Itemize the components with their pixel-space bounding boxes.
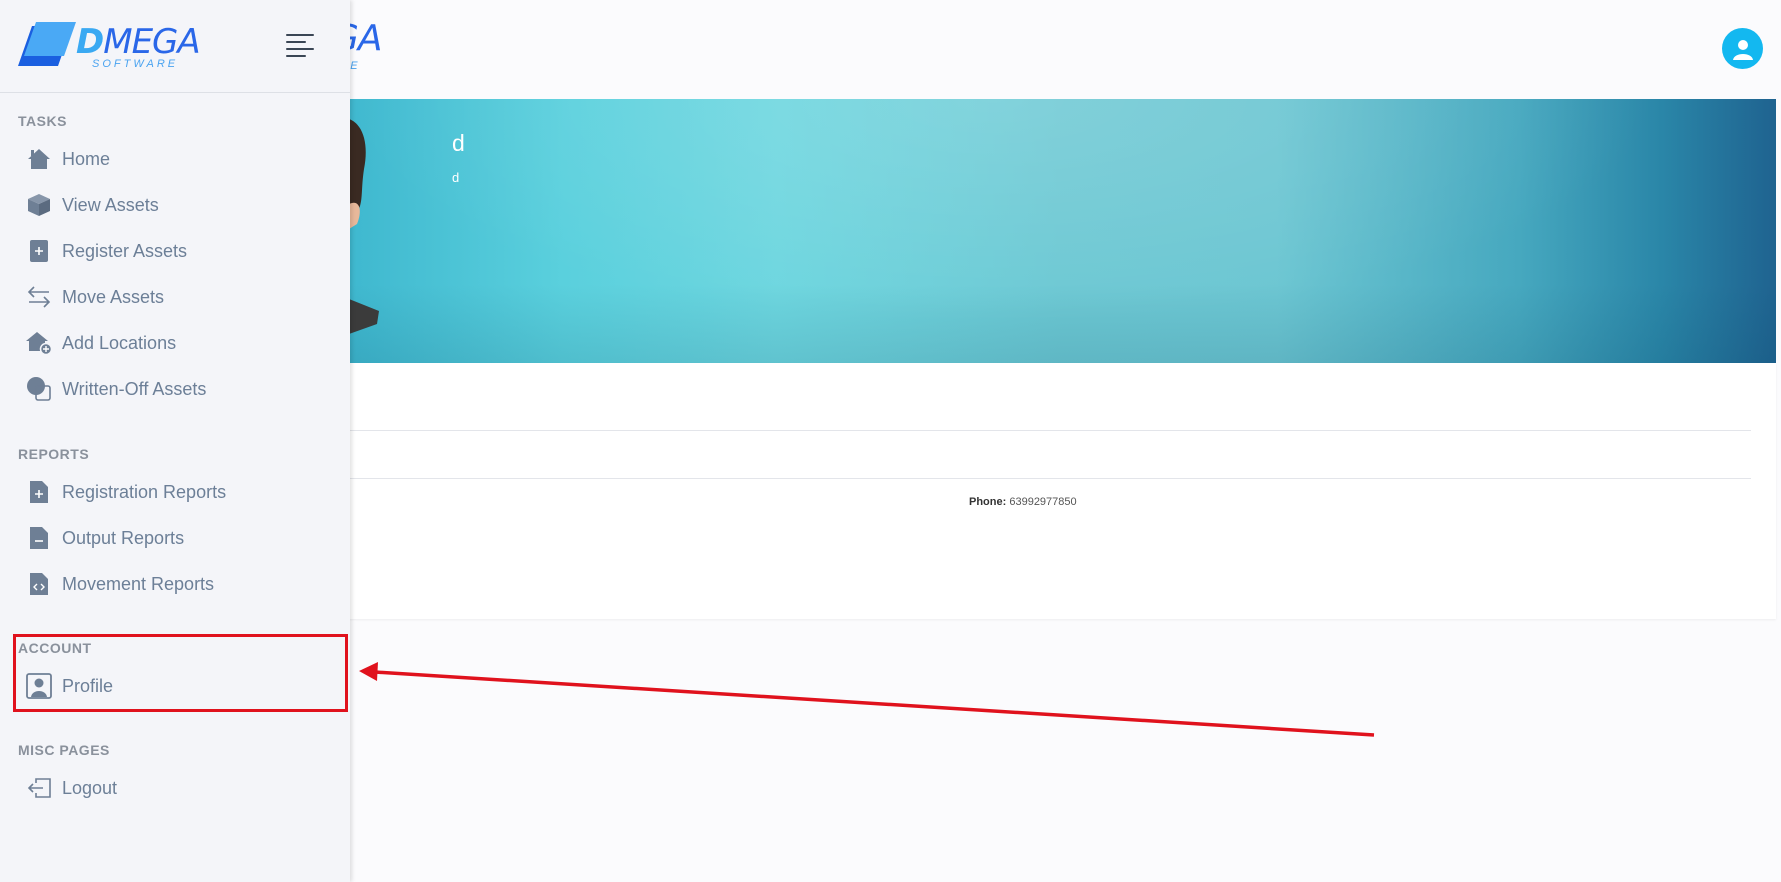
section-title-reports: REPORTS	[18, 446, 90, 462]
logo-rest: MEGA	[103, 22, 200, 62]
sidebar-item-label: Logout	[62, 777, 118, 798]
sidebar-item-registration-reports[interactable]: Registration Reports	[18, 475, 318, 509]
file-code-icon	[26, 571, 52, 597]
profile-banner	[349, 99, 1776, 363]
sidebar-item-movement-reports[interactable]: Movement Reports	[18, 567, 318, 601]
written-off-icon	[26, 376, 52, 402]
sidebar-item-label: Movement Reports	[62, 573, 215, 594]
file-plus-icon	[26, 238, 52, 264]
phone-info: Phone: 63992977850	[969, 496, 1077, 508]
section-title-tasks: TASKS	[18, 113, 67, 129]
profile-name: d	[452, 130, 465, 156]
profile-subtitle: d	[452, 170, 460, 185]
home-icon	[26, 146, 52, 172]
sidebar-item-label: Home	[62, 148, 111, 169]
arrows-swap-icon	[26, 284, 52, 310]
phone-label: Phone:	[969, 496, 1007, 508]
card-divider	[349, 430, 1751, 431]
box-icon	[26, 192, 52, 218]
menu-toggle-icon[interactable]	[286, 34, 314, 58]
sidebar-item-output-reports[interactable]: Output Reports	[18, 521, 318, 555]
profile-photo	[349, 119, 379, 334]
profile-details-card	[349, 363, 1776, 619]
sidebar-item-label: Registration Reports	[62, 481, 227, 502]
house-plus-icon	[26, 330, 52, 356]
logo-mark-icon	[18, 22, 76, 66]
file-minus-icon	[26, 525, 52, 551]
annotation-highlight-box	[13, 634, 348, 712]
sidebar-item-label: Move Assets	[62, 286, 165, 307]
phone-value: 63992977850	[1009, 496, 1077, 508]
logout-icon	[26, 775, 52, 801]
sidebar-item-view-assets[interactable]: View Assets	[18, 188, 318, 222]
sidebar-item-move-assets[interactable]: Move Assets	[18, 280, 318, 314]
user-avatar-icon	[1732, 39, 1753, 60]
sidebar-item-label: Output Reports	[62, 527, 185, 548]
sidebar-divider	[0, 92, 350, 93]
logo-letter: D	[76, 22, 104, 62]
logo-sub: SOFTWARE	[92, 58, 179, 70]
sidebar-item-home[interactable]: Home	[18, 142, 318, 176]
logo-name: DMEGA	[76, 22, 201, 62]
card-divider	[349, 478, 1751, 479]
sidebar-item-label: Register Assets	[62, 240, 188, 261]
user-avatar-button[interactable]	[1722, 28, 1763, 69]
file-plus-icon	[26, 479, 52, 505]
sidebar-item-label: View Assets	[62, 194, 159, 215]
section-title-misc-pages: MISC PAGES	[18, 742, 110, 758]
sidebar-item-add-locations[interactable]: Add Locations	[18, 326, 318, 360]
sidebar-item-logout[interactable]: Logout	[18, 771, 318, 805]
sidebar-item-label: Written-Off Assets	[62, 378, 207, 399]
sidebar: DMEGA SOFTWARE TASKS Home View Assets Re…	[0, 0, 350, 882]
sidebar-item-register-assets[interactable]: Register Assets	[18, 234, 318, 268]
sidebar-item-label: Add Locations	[62, 332, 177, 353]
sidebar-item-written-off-assets[interactable]: Written-Off Assets	[18, 372, 318, 406]
